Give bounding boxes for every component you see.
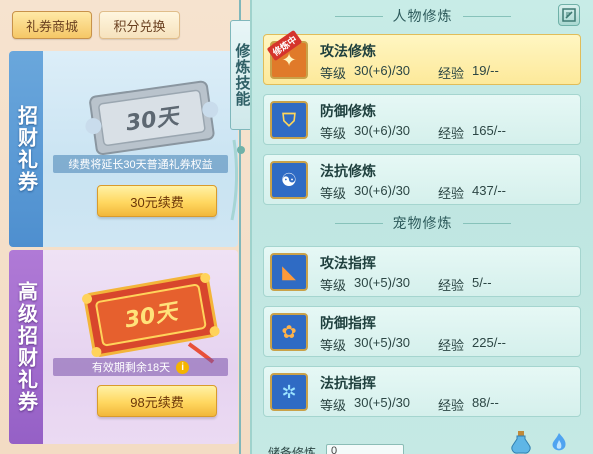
skill-stats: 等级 30(+5)/30 经验 225/-- [320,335,507,353]
premium-coupon-card: 高级招财礼券 30天 有效期剩余18天 i 98元续费 [9,250,238,444]
basic-coupon-card: 招财礼券 30天 续费将延长30天普通礼券权益 30元续费 [9,51,238,247]
renew-30-button[interactable]: 30元续费 [97,185,217,217]
skill-name: 攻法指挥 [320,255,376,271]
skill-stats: 等级 30(+6)/30 经验 437/-- [320,183,507,201]
cultivation-panel: 人物修炼 ✦ 修炼中 攻法修炼 等级 30(+6)/30 经验 19/-- ⛉ 防御修… [250,0,593,454]
pet-magic-resist-icon: ✲ [270,373,308,411]
skill-stats: 等级 30(+6)/30 经验 165/-- [320,123,507,141]
magic-resist-icon: ☯ [270,161,308,199]
skill-row-defense[interactable]: ⛉ 防御修炼 等级 30(+6)/30 经验 165/-- [263,94,581,145]
shop-panel: 礼券商城 积分兑换 招财礼券 30天 续费将延长30天普通礼券权益 30元续费 … [0,0,238,454]
skill-name: 防御指挥 [320,315,376,331]
skill-row-pet-magic-resist[interactable]: ✲ 法抗指挥 等级 30(+5)/30 经验 88/-- [263,366,581,417]
defense-shield-icon: ⛉ [270,101,308,139]
tab-points-exchange[interactable]: 积分兑换 [99,11,180,39]
skill-row-pet-defense[interactable]: ✿ 防御指挥 等级 30(+5)/30 经验 225/-- [263,306,581,357]
pet-defense-paw-icon: ✿ [270,313,308,351]
skill-stats: 等级 30(+5)/30 经验 88/-- [320,395,499,413]
pet-cultivation-title: 宠物修炼 [252,213,593,233]
skill-stats: 等级 30(+5)/30 经验 5/-- [320,275,492,293]
skill-name: 法抗修炼 [320,163,376,179]
potion-icon[interactable] [510,430,532,454]
validity-note: 有效期剩余18天 i [53,358,228,376]
gold-ticket-icon: 30天 [82,273,220,364]
skill-row-attack-magic[interactable]: ✦ 修炼中 攻法修炼 等级 30(+6)/30 经验 19/-- [263,29,581,85]
character-cultivation-title: 人物修炼 [252,6,593,26]
skill-row-magic-resist[interactable]: ☯ 法抗修炼 等级 30(+6)/30 经验 437/-- [263,154,581,205]
card-side-label: 高级招财礼券 [9,250,43,444]
pet-attack-icon: ◣ [270,253,308,291]
skill-name: 防御修炼 [320,103,376,119]
skill-stats: 等级 30(+6)/30 经验 19/-- [320,63,499,81]
info-icon[interactable]: i [176,360,190,374]
skill-row-pet-attack[interactable]: ◣ 攻法指挥 等级 30(+5)/30 经验 5/-- [263,246,581,297]
validity-text: 有效期剩余18天 [91,362,171,374]
edit-icon[interactable] [558,4,580,26]
renew-98-button[interactable]: 98元续费 [97,385,217,417]
skill-name: 攻法修炼 [320,43,376,59]
reserve-cultivation-field[interactable]: 0 [326,444,404,454]
skill-name: 法抗指挥 [320,375,376,391]
tab-coupon-shop[interactable]: 礼券商城 [12,11,92,39]
card-side-label: 招财礼券 [9,51,43,247]
reserve-cultivation-label: 储备修炼 [268,446,317,454]
renew-note: 续费将延长30天普通礼券权益 [53,155,228,173]
flame-icon[interactable] [548,432,570,454]
